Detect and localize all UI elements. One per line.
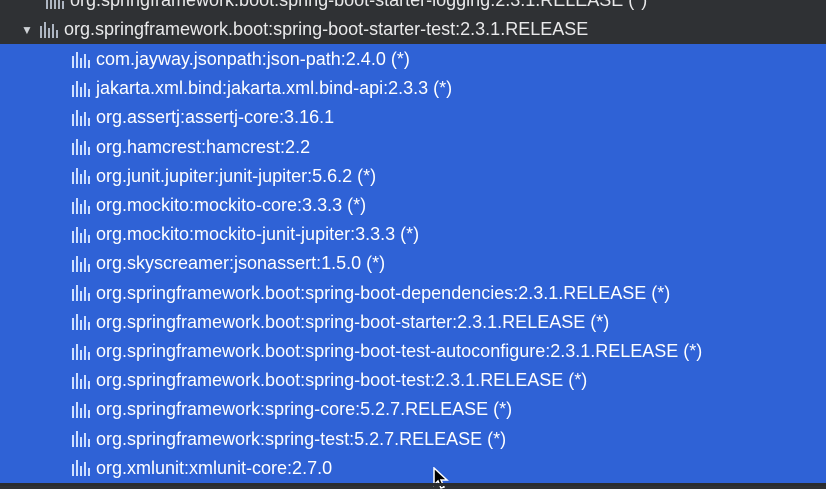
library-icon: [72, 197, 90, 214]
tree-row-dependency[interactable]: org.junit.jupiter:junit-jupiter:5.6.2 (*…: [0, 162, 826, 191]
tree-row-dependency[interactable]: org.springframework.boot:spring-boot-sta…: [0, 308, 826, 337]
library-icon: [72, 255, 90, 272]
library-icon: [72, 51, 90, 68]
library-icon: [72, 285, 90, 302]
tree-row-starter-logging[interactable]: org.springframework.boot:spring-boot-sta…: [0, 0, 826, 15]
tree-row-dependency[interactable]: org.xmlunit:xmlunit-core:2.7.0: [0, 454, 826, 483]
tree-row-dependency[interactable]: org.mockito:mockito-core:3.3.3 (*): [0, 191, 826, 220]
tree-row-dependency[interactable]: org.assertj:assertj-core:3.16.1: [0, 103, 826, 132]
tree-row-dependency[interactable]: com.jayway.jsonpath:json-path:2.4.0 (*): [0, 45, 826, 74]
tree-row-label: org.springframework.boot:spring-boot-tes…: [96, 341, 703, 361]
tree-row-label: org.springframework.boot:spring-boot-sta…: [96, 311, 610, 332]
tree-row-label: org.junit.jupiter:junit-jupiter:5.6.2 (*…: [96, 165, 377, 186]
tree-row-label: org.springframework.boot:spring-boot-sta…: [64, 19, 589, 39]
tree-row-dependency[interactable]: org.springframework.boot:spring-boot-tes…: [0, 337, 826, 366]
library-icon: [72, 401, 90, 418]
tree-row-dependency[interactable]: org.springframework.boot:spring-boot-dep…: [0, 279, 826, 308]
tree-row-label: org.springframework.boot:spring-boot-tes…: [96, 370, 588, 391]
tree-row-dependency[interactable]: jakarta.xml.bind:jakarta.xml.bind-api:2.…: [0, 74, 826, 103]
tree-row-label: jakarta.xml.bind:jakarta.xml.bind-api:2.…: [96, 78, 453, 99]
tree-row-label: org.assertj:assertj-core:3.16.1: [96, 107, 335, 128]
library-icon: [40, 21, 58, 38]
library-icon: [72, 460, 90, 477]
tree-row-dependency[interactable]: org.hamcrest:hamcrest:2.2: [0, 133, 826, 162]
tree-row-label: org.xmlunit:xmlunit-core:2.7.0: [96, 457, 333, 478]
dependency-tree: org.springframework.boot:spring-boot-sta…: [0, 0, 826, 489]
tree-row-label: org.springframework:spring-test:5.2.7.RE…: [96, 428, 507, 449]
library-icon: [72, 80, 90, 97]
tree-row-label: org.mockito:mockito-core:3.3.3 (*): [96, 195, 367, 215]
library-icon: [72, 431, 90, 448]
tree-row-dependency[interactable]: org.springframework.boot:spring-boot-tes…: [0, 366, 826, 395]
expand-arrow-icon[interactable]: ▼: [20, 23, 34, 37]
library-icon: [72, 314, 90, 331]
library-icon: [72, 372, 90, 389]
tree-row-label: com.jayway.jsonpath:json-path:2.4.0 (*): [96, 49, 410, 69]
tree-row-label: org.springframework.boot:spring-boot-sta…: [70, 0, 648, 10]
tree-row-dependency[interactable]: org.springframework:spring-test:5.2.7.RE…: [0, 425, 826, 454]
tree-row-label: org.mockito:mockito-junit-jupiter:3.3.3 …: [96, 224, 420, 245]
tree-row-label: org.skyscreamer:jsonassert:1.5.0 (*): [96, 253, 386, 274]
tree-row-label: org.springframework.boot:spring-boot-dep…: [96, 282, 671, 303]
library-icon: [72, 168, 90, 185]
tree-row-dependency[interactable]: org.springframework:spring-core:5.2.7.RE…: [0, 395, 826, 424]
library-icon: [46, 0, 64, 9]
tree-row-starter-test[interactable]: ▼ org.springframework.boot:spring-boot-s…: [0, 15, 826, 44]
library-icon: [72, 226, 90, 243]
tree-row-dependency[interactable]: org.mockito:mockito-junit-jupiter:3.3.3 …: [0, 220, 826, 249]
library-icon: [72, 109, 90, 126]
tree-row-label: org.springframework:spring-core:5.2.7.RE…: [96, 399, 513, 420]
tree-row-label: org.hamcrest:hamcrest:2.2: [96, 136, 311, 157]
library-icon: [72, 139, 90, 156]
library-icon: [72, 343, 90, 360]
tree-row-dependency[interactable]: org.skyscreamer:jsonassert:1.5.0 (*): [0, 249, 826, 278]
